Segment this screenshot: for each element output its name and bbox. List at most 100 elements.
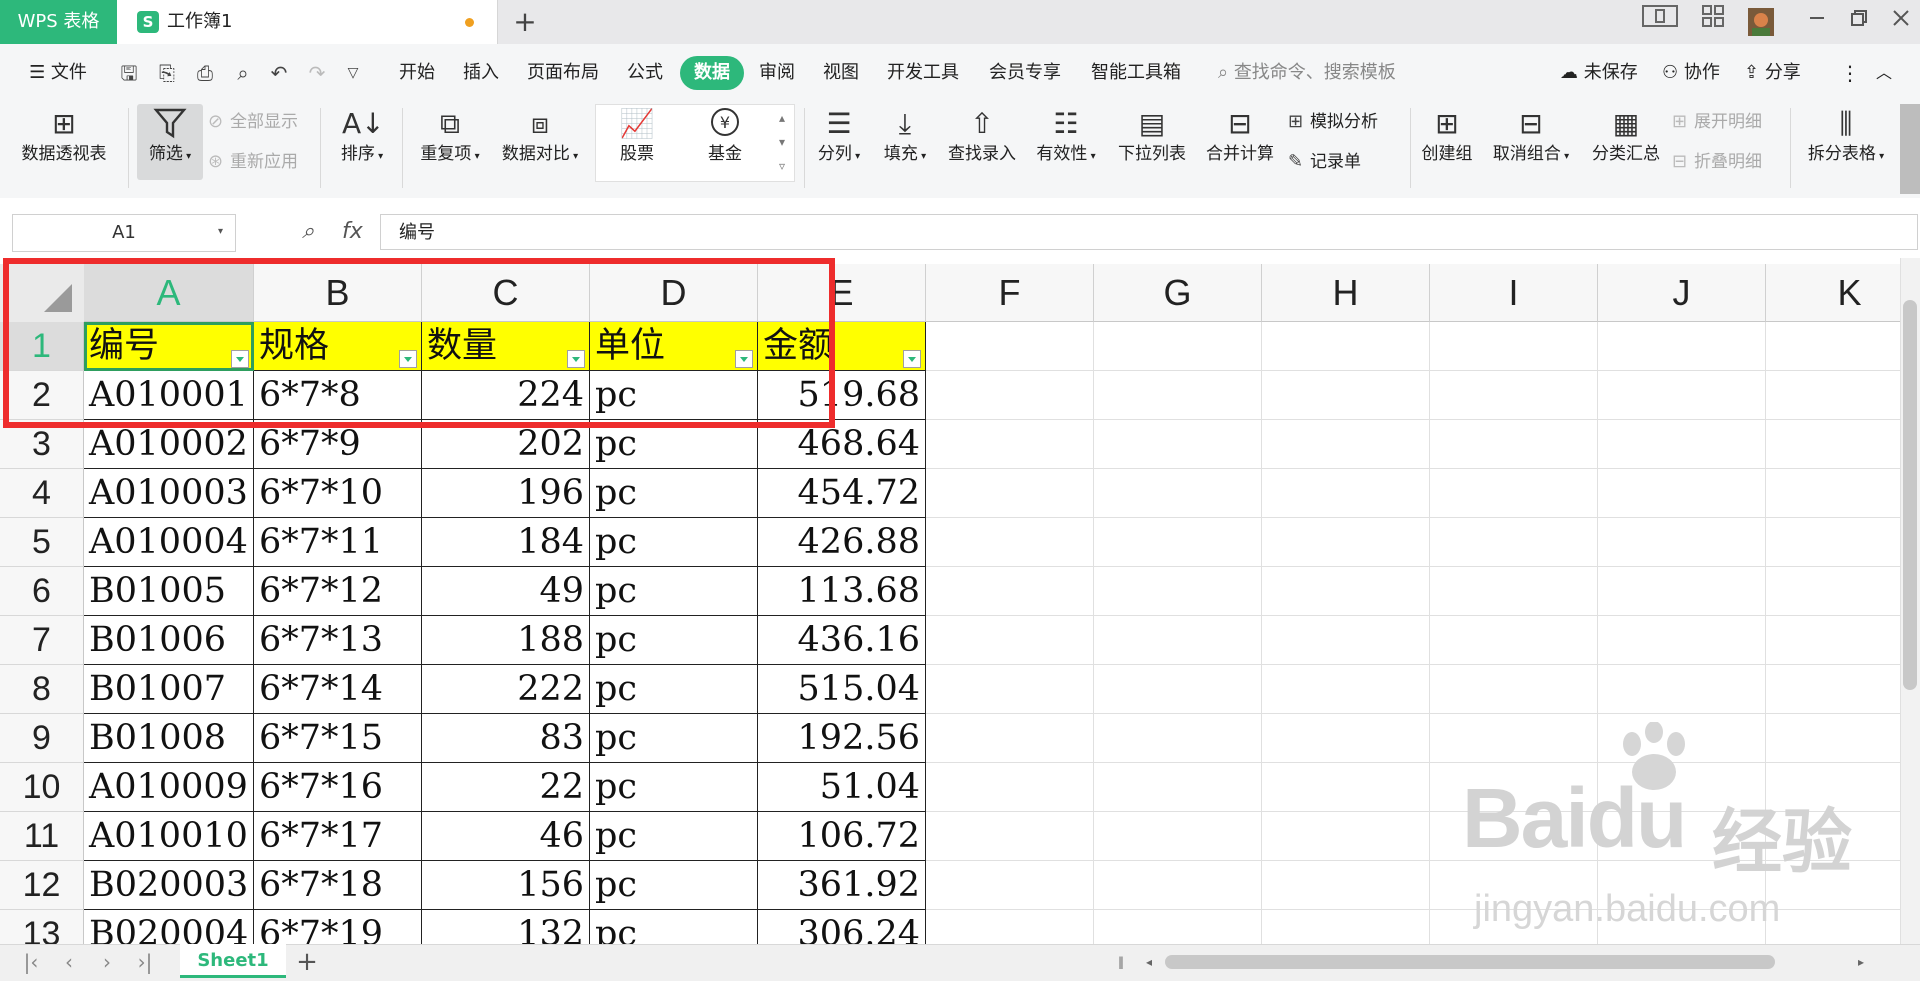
cell-id[interactable]: B01007 <box>84 665 254 714</box>
lookup-entry-button[interactable]: ⇧ 查找录入 <box>944 106 1020 166</box>
dropdown-list-button[interactable]: ▤ 下拉列表 <box>1114 106 1190 166</box>
cell-spec[interactable]: 6*7*19 <box>254 910 422 944</box>
cell-id[interactable]: A010010 <box>84 812 254 861</box>
print-preview-icon[interactable]: ⌕ <box>230 60 256 86</box>
grid-view-icon[interactable] <box>1696 0 1730 44</box>
cell-unit[interactable]: pc <box>590 861 758 910</box>
tab-page-layout[interactable]: 页面布局 <box>520 56 606 90</box>
cell-quantity[interactable]: 83 <box>422 714 590 763</box>
restore-icon[interactable] <box>1842 0 1876 44</box>
redo-icon[interactable]: ↷ <box>304 60 330 86</box>
cell-quantity[interactable]: 22 <box>422 763 590 812</box>
cell-amount[interactable]: 436.16 <box>758 616 926 665</box>
minimize-icon[interactable] <box>1800 0 1834 44</box>
row-header[interactable]: 11 <box>0 812 84 861</box>
cell-unit[interactable]: pc <box>590 665 758 714</box>
fund-button[interactable]: ¥ 基金 <box>694 106 756 166</box>
share-button[interactable]: ⇪ 分享 <box>1744 58 1801 88</box>
cell-spec[interactable]: 6*7*18 <box>254 861 422 910</box>
ribbon-scroll-right-icon[interactable] <box>1900 104 1920 194</box>
tab-data[interactable]: 数据 <box>680 56 744 90</box>
ungroup-button[interactable]: ⊟ 取消组合 ▾ <box>1486 106 1576 169</box>
tab-formulas[interactable]: 公式 <box>620 56 670 90</box>
cell-amount[interactable]: 113.68 <box>758 567 926 616</box>
undo-icon[interactable]: ↶ <box>266 60 292 86</box>
column-header-f[interactable]: F <box>926 264 1094 322</box>
cell-amount[interactable]: 306.24 <box>758 910 926 944</box>
cell-unit[interactable]: pc <box>590 616 758 665</box>
app-tab[interactable]: WPS 表格 <box>0 0 117 44</box>
cell-quantity[interactable]: 132 <box>422 910 590 944</box>
tab-developer[interactable]: 开发工具 <box>880 56 966 90</box>
print-icon[interactable]: ⎙ <box>192 60 218 86</box>
cell-id[interactable]: A010003 <box>84 469 254 518</box>
first-sheet-icon[interactable]: |‹ <box>18 944 44 980</box>
cell-amount[interactable]: 515.04 <box>758 665 926 714</box>
cell-amount[interactable]: 361.92 <box>758 861 926 910</box>
cell-quantity[interactable]: 222 <box>422 665 590 714</box>
cell-amount[interactable]: 192.56 <box>758 714 926 763</box>
row-header[interactable]: 7 <box>0 616 84 665</box>
row-header[interactable]: 10 <box>0 763 84 812</box>
tab-review[interactable]: 审阅 <box>752 56 802 90</box>
save-icon[interactable]: 🖫 <box>116 60 142 86</box>
column-header-k[interactable]: K <box>1766 264 1900 322</box>
row-header[interactable]: 4 <box>0 469 84 518</box>
cell-quantity[interactable]: 156 <box>422 861 590 910</box>
cell-id[interactable]: A010004 <box>84 518 254 567</box>
formula-input[interactable]: 编号 <box>380 214 1918 250</box>
row-header[interactable]: 9 <box>0 714 84 763</box>
cell-quantity[interactable]: 49 <box>422 567 590 616</box>
expand-detail-button[interactable]: ⊞ 展开明细 <box>1672 108 1762 136</box>
column-header-j[interactable]: J <box>1598 264 1766 322</box>
cell-unit[interactable]: pc <box>590 812 758 861</box>
customize-toolbar-icon[interactable]: ▽ <box>340 60 366 86</box>
cell-spec[interactable]: 6*7*15 <box>254 714 422 763</box>
cell-quantity[interactable]: 184 <box>422 518 590 567</box>
validity-button[interactable]: ☷ 有效性 ▾ <box>1030 106 1102 169</box>
file-menu[interactable]: ☰ 文件 <box>20 56 96 90</box>
new-tab-button[interactable]: + <box>510 0 540 44</box>
cell-unit[interactable]: pc <box>590 518 758 567</box>
column-header-h[interactable]: H <box>1262 264 1430 322</box>
subtotal-button[interactable]: ▦ 分类汇总 <box>1586 106 1666 166</box>
create-group-button[interactable]: ⊞ 创建组 <box>1414 106 1480 166</box>
row-header[interactable]: 6 <box>0 567 84 616</box>
collapse-ribbon-icon[interactable]: ︿ <box>1876 58 1892 88</box>
sort-button[interactable]: A↓ 排序 ▾ <box>334 106 390 169</box>
cell-spec[interactable]: 6*7*16 <box>254 763 422 812</box>
tab-insert[interactable]: 插入 <box>456 56 506 90</box>
cell-spec[interactable]: 6*7*10 <box>254 469 422 518</box>
show-all-button[interactable]: ⊘ 全部显示 <box>208 108 298 136</box>
scroll-left-icon[interactable]: ◂ <box>1140 944 1158 980</box>
export-pdf-icon[interactable]: ⎘ <box>154 60 180 86</box>
cell-quantity[interactable]: 196 <box>422 469 590 518</box>
duplicates-button[interactable]: ⧉ 重复项 ▾ <box>414 106 486 169</box>
cell-unit[interactable]: pc <box>590 910 758 944</box>
data-compare-button[interactable]: ⧈ 数据对比 ▾ <box>496 106 584 169</box>
what-if-button[interactable]: ⊞ 模拟分析 <box>1288 108 1378 136</box>
reapply-button[interactable]: ⊛ 重新应用 <box>208 148 298 176</box>
tab-home[interactable]: 开始 <box>392 56 442 90</box>
tab-member[interactable]: 会员专享 <box>982 56 1068 90</box>
cell-amount[interactable]: 51.04 <box>758 763 926 812</box>
consolidate-button[interactable]: ⊟ 合并计算 <box>1200 106 1280 166</box>
cell-spec[interactable]: 6*7*12 <box>254 567 422 616</box>
cell-id[interactable]: B020004 <box>84 910 254 944</box>
filter-dropdown-icon[interactable] <box>903 350 921 368</box>
avatar[interactable] <box>1746 0 1776 44</box>
cell-id[interactable]: B01005 <box>84 567 254 616</box>
cell-spec[interactable]: 6*7*17 <box>254 812 422 861</box>
stock-button[interactable]: 📈 股票 <box>606 106 668 166</box>
add-sheet-button[interactable]: + <box>292 944 322 980</box>
name-box-dropdown-icon[interactable]: ▾ <box>218 214 232 250</box>
cell-unit[interactable]: pc <box>590 469 758 518</box>
tab-view[interactable]: 视图 <box>816 56 866 90</box>
record-form-button[interactable]: ✎ 记录单 <box>1288 148 1361 176</box>
vertical-scroll-thumb[interactable] <box>1903 300 1917 690</box>
insert-function-button[interactable]: fx <box>342 214 363 250</box>
column-header-i[interactable]: I <box>1430 264 1598 322</box>
column-header-g[interactable]: G <box>1094 264 1262 322</box>
cell-amount[interactable]: 426.88 <box>758 518 926 567</box>
prev-sheet-icon[interactable]: ‹ <box>56 944 82 980</box>
